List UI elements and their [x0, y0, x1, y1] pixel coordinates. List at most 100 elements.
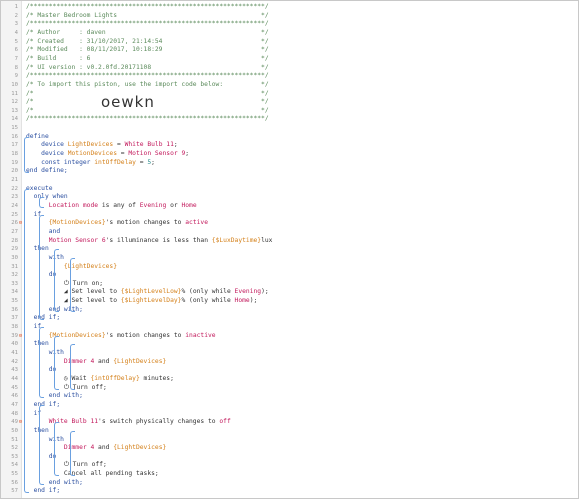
- code-token-keyword: only when: [26, 193, 68, 201]
- code-token-device[interactable]: Motion Sensor 9: [128, 150, 185, 157]
- line-number: 44: [11, 375, 18, 382]
- code-line: 14 /*************************************…: [1, 115, 578, 124]
- code-line: 3 /**************************************…: [1, 20, 578, 29]
- code-line: 38 if: [1, 323, 578, 332]
- breakpoint-gear-icon[interactable]: ⚙: [19, 418, 22, 427]
- header-comment: /* Author : daven */: [26, 28, 269, 36]
- code-line: 55 Cancel all pending tasks;: [1, 470, 578, 479]
- code-token-device[interactable]: Motion Sensor 6: [26, 237, 106, 244]
- code-token-device[interactable]: Dimmer 4: [26, 358, 94, 365]
- code-token-var[interactable]: {LightDevices}: [113, 444, 166, 451]
- block-guide: [54, 422, 60, 477]
- code-token-value[interactable]: off: [219, 418, 230, 425]
- code-line: 8 /* UI version : v0.2.0fd.20171108 */: [1, 64, 578, 73]
- code-token-text: or: [166, 201, 182, 209]
- code-token-var[interactable]: MotionDevices: [68, 150, 117, 157]
- code-token-keyword: then: [26, 245, 49, 253]
- line-number: 38: [11, 324, 18, 331]
- line-number: 19: [11, 159, 18, 166]
- block-guide: [54, 249, 60, 312]
- code-line: 36 end with;: [1, 306, 578, 315]
- code-line: 21: [1, 176, 578, 185]
- line-number: 39: [11, 332, 18, 339]
- header-comment: /***************************************…: [26, 115, 269, 123]
- code-token-op: =: [117, 150, 129, 158]
- code-token-var[interactable]: {LightDevices}: [113, 358, 166, 365]
- code-line: 30 with: [1, 254, 578, 263]
- code-line: 19 const integer intOffDelay = 5;: [1, 159, 578, 168]
- line-number: 40: [11, 341, 18, 348]
- code-line: 32 do: [1, 271, 578, 280]
- line-number: 14: [11, 116, 18, 123]
- code-line: 47 end if;: [1, 401, 578, 410]
- code-token-value[interactable]: active: [185, 219, 208, 226]
- code-token-text: and: [94, 444, 114, 452]
- code-token-keyword: end with;: [26, 478, 83, 486]
- line-number: 35: [11, 298, 18, 305]
- code-line: 7 /* Build : 6 */: [1, 55, 578, 64]
- code-line: 45 ⏻ Turn off;: [1, 384, 578, 393]
- code-line: 13/* */: [1, 107, 578, 116]
- code-token-var[interactable]: {intOffDelay}: [90, 375, 139, 382]
- line-number: 20: [11, 168, 18, 175]
- line-number: 45: [11, 384, 18, 391]
- code-token-value[interactable]: inactive: [185, 332, 215, 339]
- block-guide: [39, 404, 45, 485]
- code-token-var[interactable]: intOffDelay: [94, 159, 136, 166]
- code-token-var[interactable]: {$LightLevelLow}: [121, 288, 182, 295]
- code-token-stmt: Cancel all pending tasks;: [26, 470, 159, 478]
- header-comment: /* UI version : v0.2.0fd.20171108 */: [26, 63, 269, 71]
- header-comment: /* To import this piston, use the import…: [26, 80, 269, 88]
- code-line: 16 define: [1, 133, 578, 142]
- code-line: 26 ⚙ {MotionDevices}'s motion changes to …: [1, 219, 578, 228]
- code-token-var[interactable]: {MotionDevices}: [26, 332, 106, 339]
- line-number: 4: [14, 29, 18, 36]
- line-number: 27: [11, 228, 18, 235]
- header-comment: /***************************************…: [26, 72, 269, 80]
- header-comment: /* Modified : 08/11/2017, 10:18:29 */: [26, 46, 269, 54]
- code-token-value[interactable]: Home: [181, 202, 196, 209]
- code-token-value[interactable]: Evening: [235, 288, 262, 295]
- code-token-var[interactable]: {MotionDevices}: [26, 219, 106, 226]
- code-token-keyword: end define;: [26, 167, 68, 175]
- code-line: 22 execute: [1, 185, 578, 194]
- code-line: 33 ⏻ Turn on;: [1, 280, 578, 289]
- line-number: 24: [11, 202, 18, 209]
- code-token-keyword: define: [26, 132, 49, 140]
- code-token-device[interactable]: White Bulb 11: [125, 141, 174, 148]
- line-number: 25: [11, 211, 18, 218]
- code-line: 57 end if;: [1, 487, 578, 496]
- code-token-stmt: ⏻ Turn on;: [26, 279, 104, 287]
- code-token-device[interactable]: White Bulb 11: [26, 418, 98, 425]
- block-guide: [69, 430, 75, 477]
- line-number: 33: [11, 280, 18, 287]
- code-token-text: 's motion changes to: [105, 219, 186, 227]
- code-token-device[interactable]: Dimmer 4: [26, 444, 94, 451]
- code-line: 15: [1, 124, 578, 133]
- code-token-var[interactable]: LightDevices: [68, 141, 114, 148]
- block-guide: [54, 335, 60, 390]
- piston-code-viewer: 1 /**************************************…: [0, 0, 579, 499]
- code-token-stmt: ⏻ Turn off;: [26, 461, 107, 469]
- code-line: 53 do: [1, 453, 578, 462]
- breakpoint-gear-icon[interactable]: ⚙: [19, 219, 22, 228]
- code-token-text: and: [94, 357, 114, 365]
- code-token-var[interactable]: {$LightLevelDay}: [121, 297, 182, 304]
- code-token-op: =: [113, 141, 125, 149]
- code-token-type: device: [26, 150, 68, 158]
- line-number: 23: [11, 194, 18, 201]
- code-lines: 1 /**************************************…: [1, 1, 578, 498]
- code-token-keyword: end if;: [26, 487, 61, 495]
- breakpoint-gear-icon[interactable]: ⚙: [19, 332, 22, 341]
- code-token-op: ;: [185, 150, 190, 158]
- code-token-stmt: % (only while: [181, 297, 235, 305]
- code-token-keyword: execute: [26, 184, 53, 192]
- line-number: 54: [11, 462, 18, 469]
- line-number: 57: [11, 488, 18, 495]
- code-line: 28 Motion Sensor 6's illuminance is less…: [1, 237, 578, 246]
- code-token-var[interactable]: {$LuxDaytime}: [212, 237, 261, 244]
- code-line: 37 end if;: [1, 314, 578, 323]
- code-token-value[interactable]: Evening: [140, 202, 167, 209]
- code-token-device[interactable]: Location mode: [26, 202, 102, 209]
- code-token-value[interactable]: Home: [235, 297, 250, 304]
